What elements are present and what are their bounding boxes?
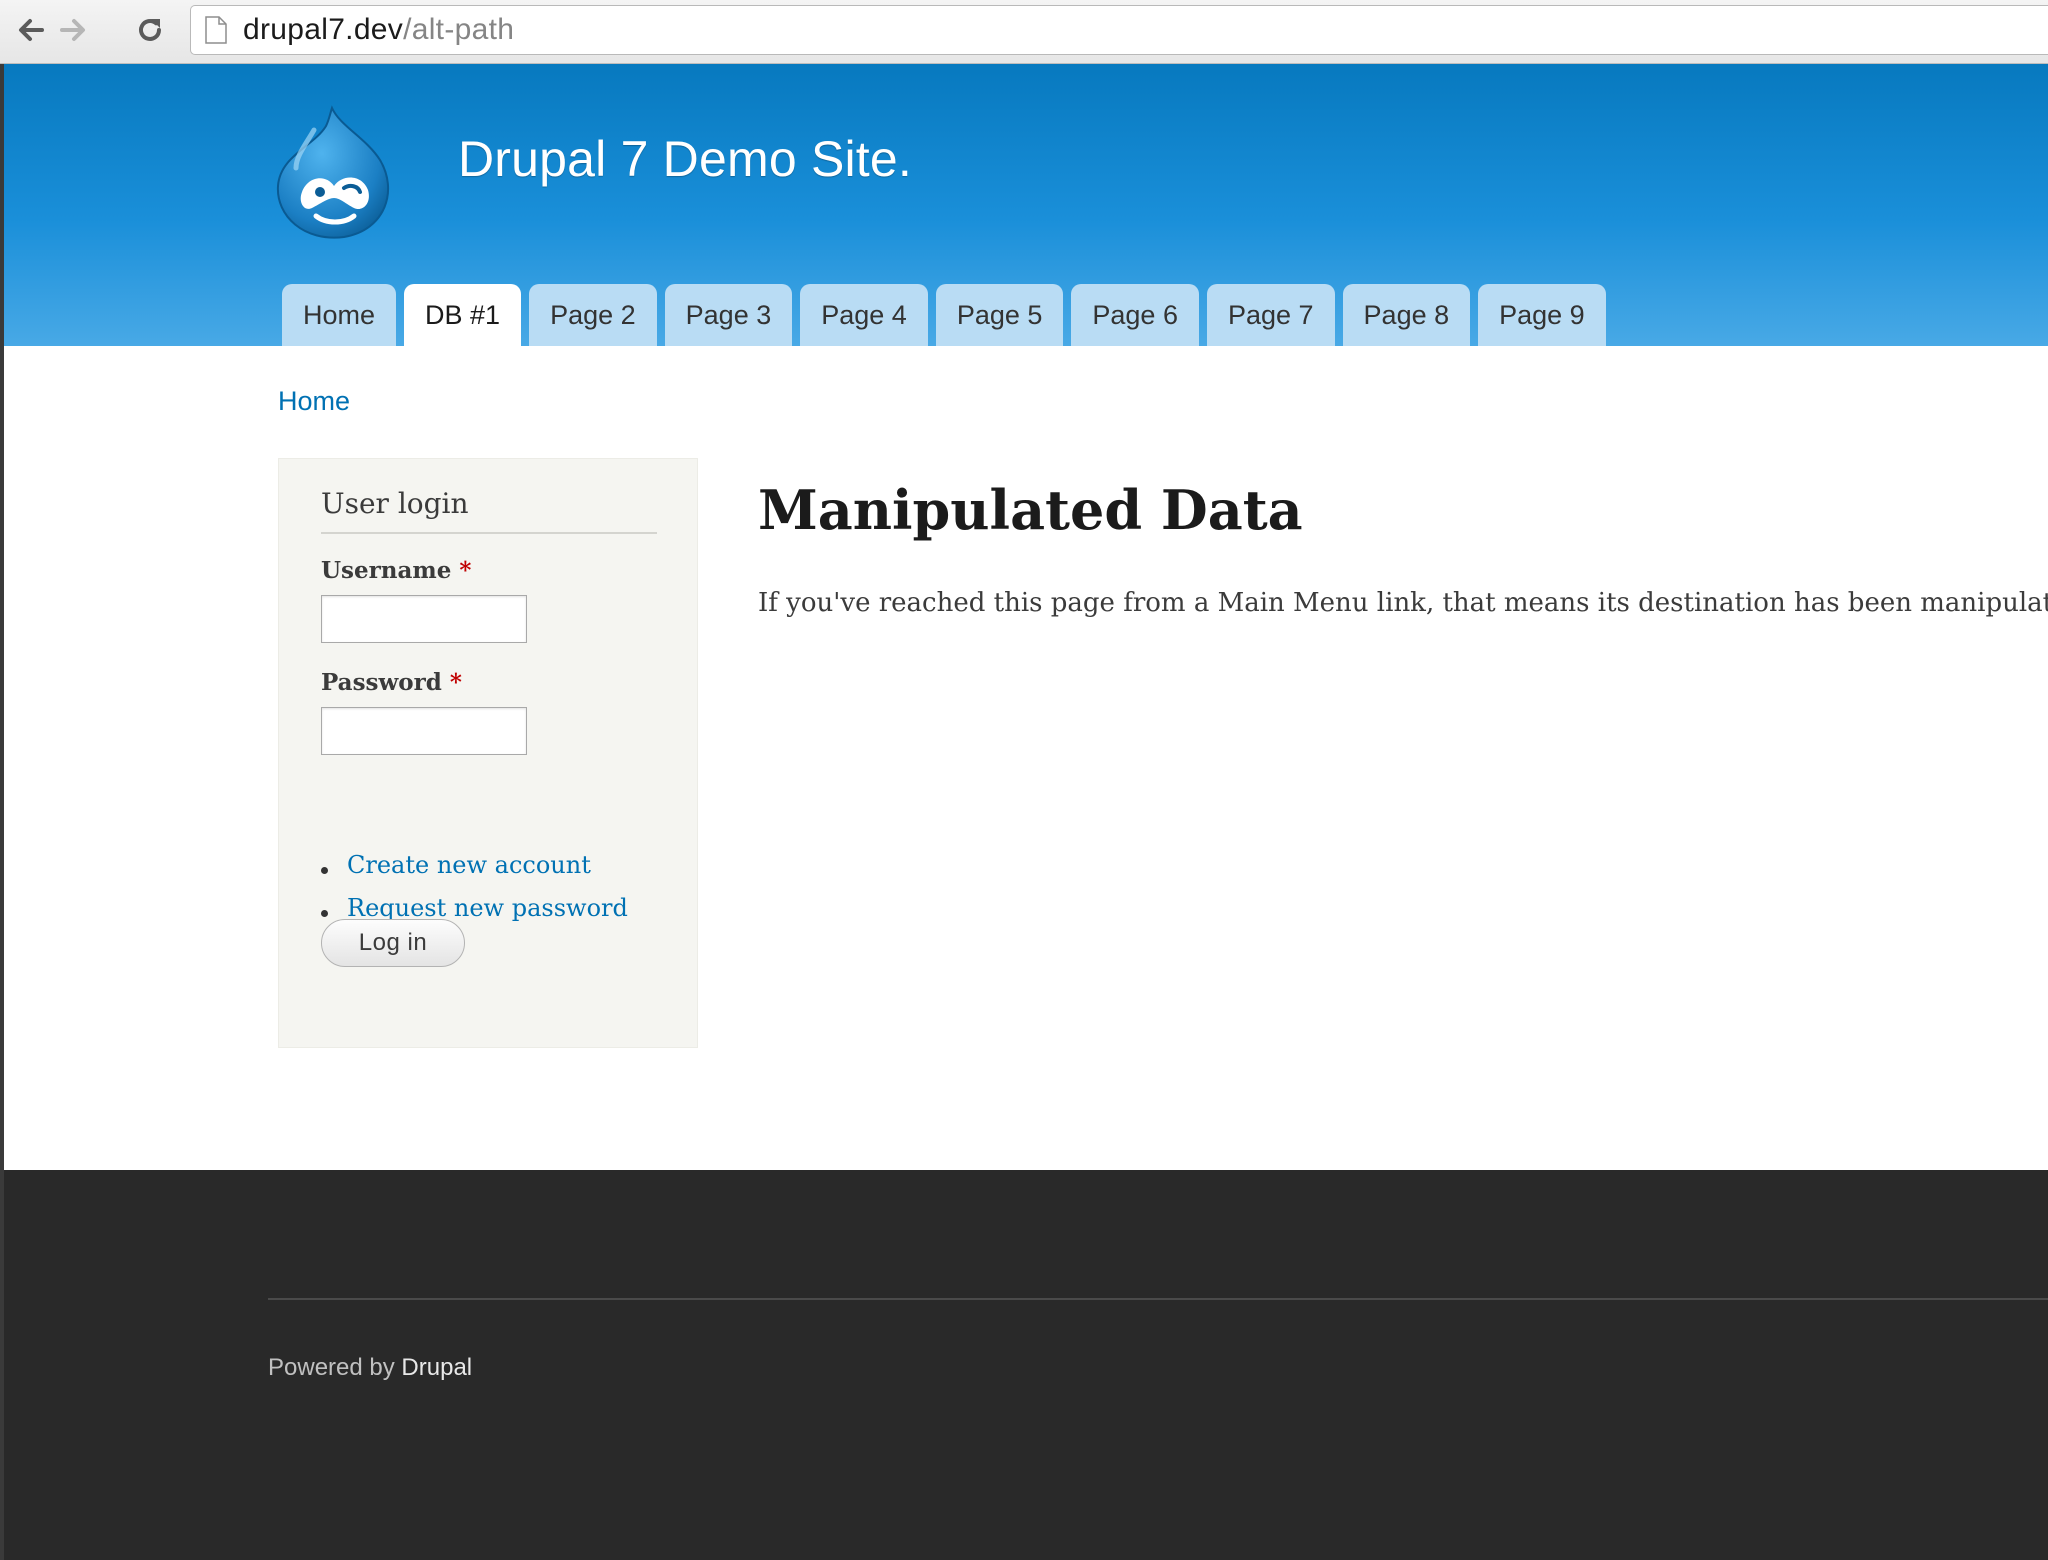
page-viewport: Drupal 7 Demo Site. Home DB #1 Page 2 Pa… bbox=[4, 64, 2048, 1560]
powered-by-text: Powered by bbox=[268, 1354, 395, 1381]
site-footer: Powered by Drupal bbox=[4, 1170, 2048, 1560]
tab-page-7[interactable]: Page 7 bbox=[1206, 284, 1335, 346]
site-header: Drupal 7 Demo Site. Home DB #1 Page 2 Pa… bbox=[4, 64, 2048, 346]
tab-page-3[interactable]: Page 3 bbox=[664, 284, 793, 346]
tab-home[interactable]: Home bbox=[282, 284, 397, 346]
password-input[interactable] bbox=[321, 707, 527, 755]
address-bar[interactable]: drupal7.dev/alt-path bbox=[190, 5, 2048, 55]
body-text: If you've reached this page from a Main … bbox=[758, 588, 2048, 618]
tab-page-8[interactable]: Page 8 bbox=[1342, 284, 1471, 346]
forward-arrow-icon[interactable] bbox=[54, 8, 94, 52]
page-title: Manipulated Data bbox=[758, 478, 1303, 542]
url-path: /alt-path bbox=[403, 13, 515, 46]
tab-page-9[interactable]: Page 9 bbox=[1478, 284, 1606, 346]
tab-db-1[interactable]: DB #1 bbox=[404, 284, 522, 346]
user-login-block: User login Username * Password * Create … bbox=[278, 458, 698, 1048]
request-password-link[interactable]: Request new password bbox=[347, 894, 628, 922]
url-text: drupal7.dev/alt-path bbox=[243, 13, 514, 47]
required-marker: * bbox=[449, 669, 462, 696]
tab-page-4[interactable]: Page 4 bbox=[800, 284, 928, 346]
password-label: Password * bbox=[321, 669, 462, 696]
tab-page-5[interactable]: Page 5 bbox=[935, 284, 1064, 346]
site-name[interactable]: Drupal 7 Demo Site. bbox=[458, 130, 912, 188]
list-item: Create new account bbox=[321, 851, 628, 894]
username-label: Username * bbox=[321, 557, 471, 584]
log-in-button[interactable]: Log in bbox=[321, 919, 465, 967]
reload-icon[interactable] bbox=[130, 8, 170, 52]
username-label-text: Username bbox=[321, 557, 452, 584]
tab-page-6[interactable]: Page 6 bbox=[1071, 284, 1199, 346]
main-menu: Home DB #1 Page 2 Page 3 Page 4 Page 5 P… bbox=[282, 284, 1606, 346]
browser-toolbar: drupal7.dev/alt-path bbox=[0, 0, 2048, 64]
username-input[interactable] bbox=[321, 595, 527, 643]
required-marker: * bbox=[459, 557, 472, 584]
breadcrumb-home-link[interactable]: Home bbox=[278, 386, 350, 417]
page-icon bbox=[205, 16, 227, 44]
powered-by: Powered by Drupal bbox=[268, 1354, 472, 1382]
url-host: drupal7.dev bbox=[243, 13, 404, 46]
create-account-link[interactable]: Create new account bbox=[347, 851, 591, 879]
footer-divider bbox=[268, 1298, 2048, 1300]
back-arrow-icon[interactable] bbox=[10, 8, 50, 52]
tab-page-2[interactable]: Page 2 bbox=[529, 284, 657, 346]
password-label-text: Password bbox=[321, 669, 442, 696]
drupal-drop-logo[interactable] bbox=[274, 104, 396, 240]
block-title: User login bbox=[321, 487, 657, 534]
drupal-link[interactable]: Drupal bbox=[401, 1354, 472, 1381]
